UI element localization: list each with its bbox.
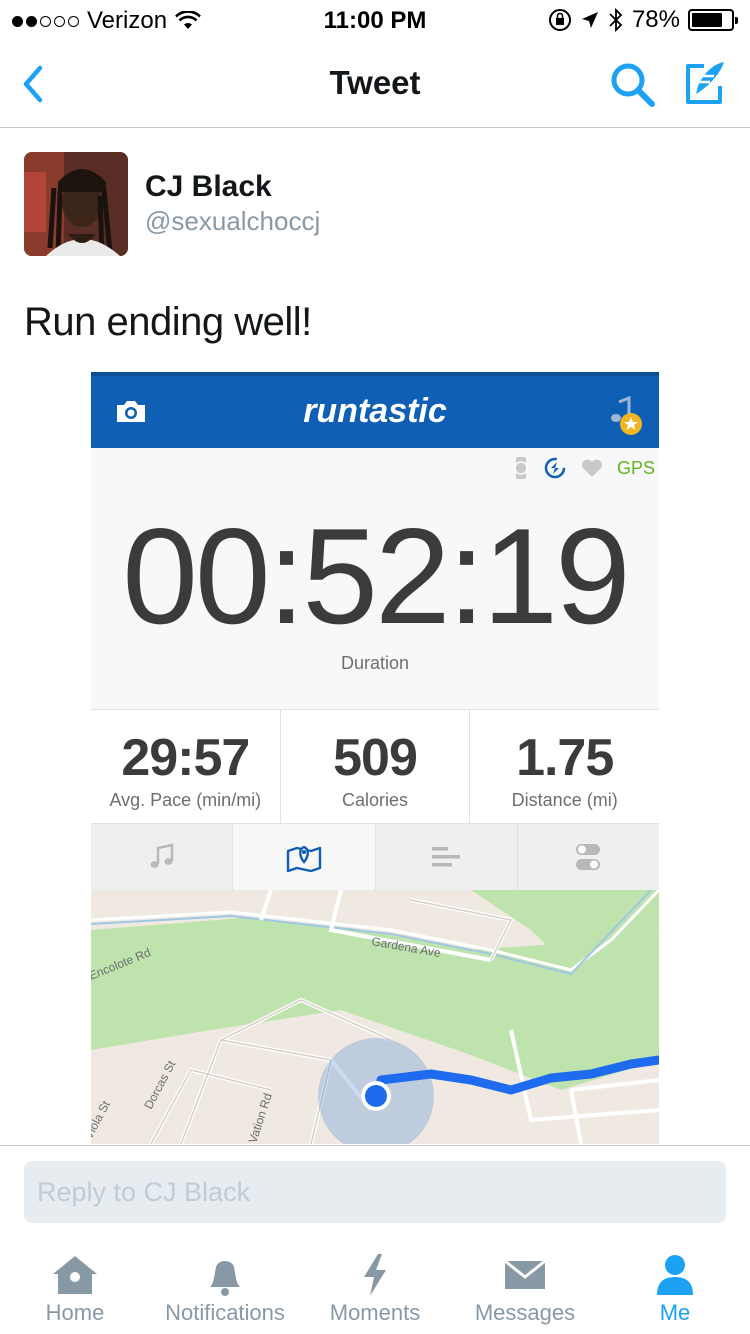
tab-map xyxy=(233,824,376,890)
toggle-icon xyxy=(576,844,601,870)
stat-value: 1.75 xyxy=(516,729,614,787)
orientation-lock-icon xyxy=(548,9,571,31)
tab-home[interactable]: Home xyxy=(0,1241,150,1334)
map-icon xyxy=(286,845,322,872)
tab-moments[interactable]: Moments xyxy=(300,1241,450,1334)
tab-bar: Home Notifications Moments Messages Me xyxy=(0,1241,750,1334)
run-map: Gardena Ave Encolote Rd Dorcas St Viola … xyxy=(91,890,659,1144)
runtastic-header: runtastic xyxy=(91,372,659,448)
location-arrow-icon xyxy=(581,12,598,28)
reply-bar xyxy=(0,1145,750,1241)
tab-label: Me xyxy=(659,1300,691,1325)
status-right: 78% xyxy=(548,6,738,34)
bell-icon xyxy=(210,1261,240,1296)
runtastic-duration-panel: GPS 00:52:19 Duration xyxy=(91,448,659,710)
tweet-text: Run ending well! xyxy=(24,300,312,344)
run-stats: 29:57 Avg. Pace (min/mi) 509 Calories 1.… xyxy=(91,709,659,824)
avatar[interactable] xyxy=(24,152,128,256)
stat-distance: 1.75 Distance (mi) xyxy=(470,710,659,823)
person-icon xyxy=(657,1255,693,1295)
watch-icon xyxy=(514,457,528,479)
nav-bar: Tweet xyxy=(0,40,750,128)
search-icon[interactable] xyxy=(608,60,656,108)
lightning-icon xyxy=(364,1254,386,1296)
envelope-icon xyxy=(504,1259,546,1289)
runtastic-logo: runtastic xyxy=(303,392,447,430)
stat-label: Avg. Pace (min/mi) xyxy=(109,790,262,810)
stat-value: 509 xyxy=(333,729,418,787)
tab-stats xyxy=(376,824,518,890)
runtastic-tabs xyxy=(91,824,659,890)
battery-percent: 78% xyxy=(631,6,680,33)
stat-label: Calories xyxy=(341,790,409,810)
home-icon xyxy=(53,1256,97,1294)
reply-input[interactable] xyxy=(24,1161,726,1223)
gps-indicator: GPS xyxy=(616,457,655,478)
duration-value: 00:52:19 xyxy=(122,500,630,652)
avatar-photo xyxy=(24,152,128,256)
user-name[interactable]: CJ Black xyxy=(145,170,272,204)
sensor-status-icons: GPS xyxy=(513,456,655,480)
tab-label: Home xyxy=(45,1300,105,1325)
tab-label: Moments xyxy=(329,1300,421,1325)
tab-me[interactable]: Me xyxy=(600,1241,750,1334)
music-icon xyxy=(150,843,173,868)
tab-label: Notifications xyxy=(165,1300,285,1325)
stat-calories: 509 Calories xyxy=(281,710,471,823)
tab-notifications[interactable]: Notifications xyxy=(150,1241,300,1334)
tab-music xyxy=(91,824,234,890)
duration-label: Duration xyxy=(340,653,410,673)
status-bar: Verizon 11:00 PM 78% xyxy=(0,0,750,40)
heart-icon xyxy=(582,459,602,477)
stats-icon xyxy=(432,847,461,867)
battery-icon xyxy=(688,9,738,31)
tweet-media-image[interactable]: runtastic GPS 00:52:19 Duration 29:57 Av… xyxy=(91,372,659,1144)
tab-settings xyxy=(518,824,659,890)
tab-messages[interactable]: Messages xyxy=(450,1241,600,1334)
stat-value: 29:57 xyxy=(121,729,250,787)
pace-sensor-icon xyxy=(544,457,566,479)
stat-label: Distance (mi) xyxy=(511,790,618,810)
bluetooth-icon xyxy=(609,7,623,33)
stat-avg-pace: 29:57 Avg. Pace (min/mi) xyxy=(91,710,281,823)
user-handle[interactable]: @sexualchoccj xyxy=(145,206,320,237)
compose-tweet-icon[interactable] xyxy=(680,58,730,108)
music-note-star-icon xyxy=(611,396,642,435)
tab-label: Messages xyxy=(474,1300,576,1325)
